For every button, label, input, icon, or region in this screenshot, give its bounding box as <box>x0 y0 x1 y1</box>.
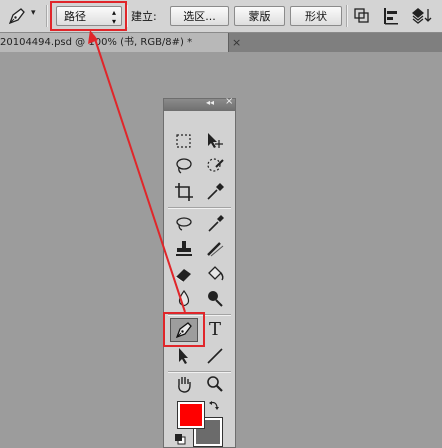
lasso-tool[interactable] <box>173 155 195 177</box>
brush-tool[interactable] <box>204 213 226 235</box>
hand-tool[interactable] <box>173 373 195 395</box>
history-brush-tool[interactable] <box>204 238 226 260</box>
magnifier-icon <box>207 376 223 392</box>
make-selection-button[interactable]: 选区... <box>170 6 229 26</box>
tools-panel: ◂◂ × T <box>163 96 236 448</box>
document-tab[interactable]: 20104494.psd @ 100% (书, RGB/8#) * <box>0 33 229 52</box>
eraser-tool[interactable] <box>173 263 195 285</box>
close-icon[interactable]: × <box>225 96 233 107</box>
crop-icon <box>175 183 193 201</box>
swap-colors-icon[interactable] <box>208 399 220 411</box>
eyedropper-icon <box>207 183 224 200</box>
brush-icon <box>208 215 224 232</box>
lasso-icon <box>176 158 192 174</box>
divider <box>168 207 231 209</box>
zoom-tool[interactable] <box>204 373 226 395</box>
pen-icon <box>8 8 25 25</box>
path-operations-icon[interactable] <box>352 6 372 26</box>
clone-stamp-tool[interactable] <box>173 238 195 260</box>
spot-healing-brush-tool[interactable] <box>173 213 195 235</box>
path-selection-icon <box>179 348 188 364</box>
marquee-icon <box>176 134 191 148</box>
eraser-icon <box>175 269 191 283</box>
document-tab-bar: 20104494.psd @ 100% (书, RGB/8#) * × <box>0 33 442 52</box>
create-label: 建立: <box>131 10 157 23</box>
history-brush-icon <box>207 242 224 257</box>
chevron-down-icon: ▾ <box>31 8 36 18</box>
foreground-color-swatch[interactable] <box>177 401 205 429</box>
mode-select-highlight <box>50 1 127 31</box>
stamp-icon <box>176 241 192 256</box>
separator <box>346 5 348 27</box>
drop-icon <box>178 289 190 307</box>
paint-bucket-tool[interactable] <box>204 263 226 285</box>
move-tool[interactable] <box>204 130 226 152</box>
eyedropper-tool[interactable] <box>204 181 226 203</box>
hand-icon <box>178 377 191 393</box>
tool-preset-picker[interactable]: ▾ <box>4 5 44 27</box>
crop-tool[interactable] <box>173 181 195 203</box>
collapse-icon[interactable]: ◂◂ <box>206 98 214 107</box>
rectangular-marquee-tool[interactable] <box>173 130 195 152</box>
pen-tool-highlight <box>163 312 205 347</box>
close-icon[interactable]: × <box>232 33 241 52</box>
blur-tool[interactable] <box>173 288 195 310</box>
type-icon: T <box>208 319 221 340</box>
tools-panel-header[interactable]: ◂◂ × <box>164 96 235 111</box>
make-mask-button[interactable]: 蒙版 <box>234 6 285 26</box>
type-tool[interactable]: T <box>204 319 226 341</box>
document-tab-title: 20104494.psd @ 100% (书, RGB/8#) * <box>0 37 193 48</box>
default-colors-icon[interactable] <box>174 433 186 445</box>
path-selection-tool[interactable] <box>173 345 195 367</box>
move-icon <box>208 133 223 148</box>
path-alignment-icon[interactable] <box>381 6 401 26</box>
quick-selection-tool[interactable] <box>204 155 226 177</box>
line-tool[interactable] <box>204 345 226 367</box>
paint-bucket-icon <box>208 266 224 281</box>
make-shape-button[interactable]: 形状 <box>290 6 342 26</box>
bandage-icon <box>176 217 192 231</box>
path-arrangement-icon[interactable] <box>410 6 432 26</box>
dodge-tool[interactable] <box>204 288 226 310</box>
line-icon <box>207 348 223 364</box>
dodge-icon <box>208 291 223 307</box>
quick-selection-icon <box>207 158 224 172</box>
separator <box>46 5 48 27</box>
